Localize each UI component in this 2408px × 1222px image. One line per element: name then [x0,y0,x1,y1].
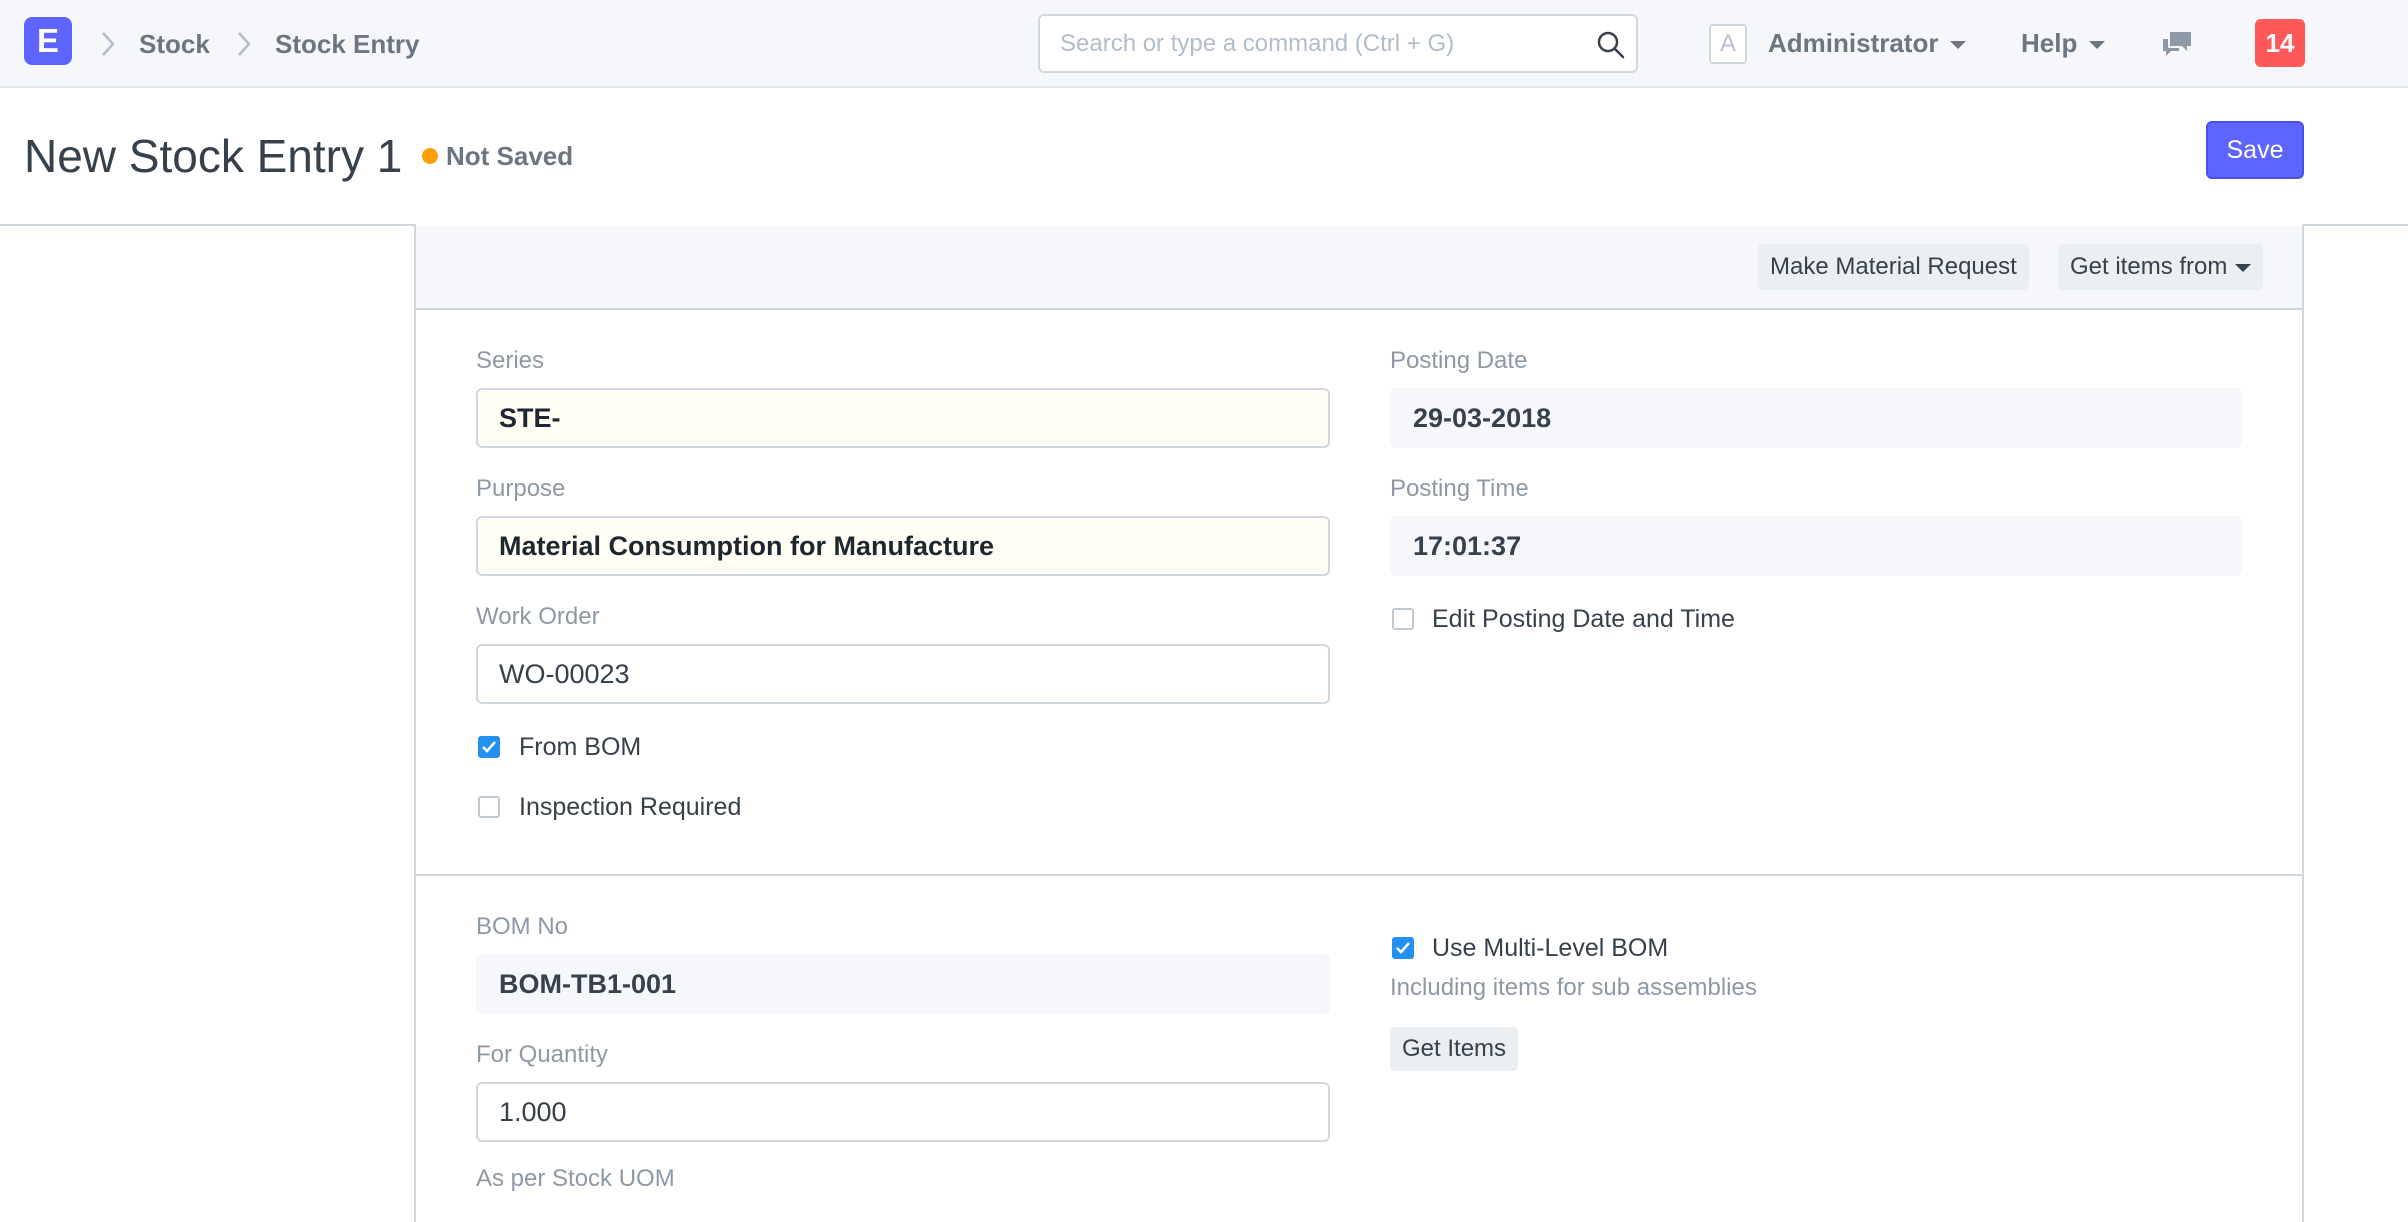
posting-date-label: Posting Date [1390,347,1528,374]
get-items-button[interactable]: Get Items [1390,1027,1519,1071]
get-items-from-dropdown[interactable]: Get items from [2058,244,2264,290]
purpose-field[interactable]: Material Consumption for Manufacture [476,516,1330,576]
check-icon [1396,942,1410,954]
work-order-field[interactable]: WO-00023 [476,644,1330,704]
series-label: Series [476,347,545,374]
inspection-required-checkbox[interactable] [478,796,500,818]
posting-time-label: Posting Time [1390,475,1529,502]
user-menu[interactable]: Administrator [1768,27,1967,59]
search-bar [1038,14,1638,73]
avatar[interactable]: A [1709,24,1747,64]
inspection-required-label: Inspection Required [519,793,742,821]
caret-down-icon [1950,41,1967,50]
use-multi-level-bom-checkbox[interactable] [1392,937,1414,959]
save-button[interactable]: Save [2206,121,2304,179]
for-quantity-field[interactable]: 1.000 [476,1082,1330,1142]
for-quantity-label: For Quantity [476,1041,609,1068]
page-title: New Stock Entry 1 [24,130,403,182]
from-bom-label: From BOM [519,733,642,761]
help-menu-label: Help [2021,28,2078,58]
series-field[interactable]: STE- [476,388,1330,448]
check-icon [482,741,496,753]
make-material-request-button[interactable]: Make Material Request [1758,244,2029,290]
notification-badge[interactable]: 14 [2255,19,2305,67]
breadcrumb-stock-entry[interactable]: Stock Entry [275,28,420,60]
purpose-label: Purpose [476,475,566,502]
edit-posting-label: Edit Posting Date and Time [1432,605,1735,633]
posting-time-field: 17:01:37 [1390,516,2242,576]
use-multi-level-bom-help: Including items for sub assemblies [1390,974,1757,1001]
for-quantity-help: As per Stock UOM [476,1165,675,1192]
status-indicator-dot [422,148,438,164]
help-menu[interactable]: Help [2021,27,2106,59]
posting-date-field: 29-03-2018 [1390,388,2242,448]
user-menu-label: Administrator [1768,28,1939,58]
chevron-right-icon [238,32,251,56]
form-card: Make Material Request Get items from Ser… [414,224,2304,1222]
app-logo[interactable]: E [24,17,72,65]
get-items-from-label: Get items from [2070,253,2228,280]
caret-down-icon [2089,41,2106,50]
from-bom-checkbox[interactable] [478,736,500,758]
section-divider [416,874,2302,876]
bom-no-field: BOM-TB1-001 [476,954,1330,1014]
work-order-label: Work Order [476,603,600,630]
edit-posting-checkbox[interactable] [1392,608,1414,630]
status-text: Not Saved [446,141,574,171]
breadcrumb-stock[interactable]: Stock [139,28,210,60]
chevron-right-icon [102,32,115,56]
use-multi-level-bom-label: Use Multi-Level BOM [1432,934,1669,962]
form-toolbar: Make Material Request Get items from [416,226,2302,310]
caret-down-icon [2235,263,2252,272]
navbar: E Stock Stock Entry A Administrator Help… [0,0,2408,88]
search-input[interactable] [1040,16,1580,71]
bom-no-label: BOM No [476,913,569,940]
search-icon[interactable] [1596,30,1626,60]
chat-icon[interactable] [2160,30,2194,60]
